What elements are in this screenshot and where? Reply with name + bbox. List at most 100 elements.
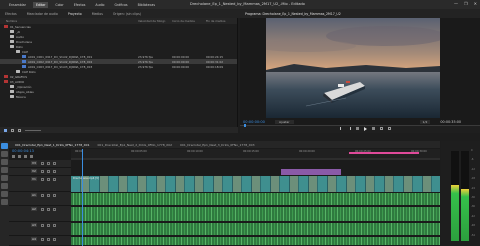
- tab-programa[interactable]: Programa: Drecholane_Ep_1_Nested_by_Mamm…: [240, 12, 346, 16]
- quality-dropdown[interactable]: 1/2: [419, 119, 431, 124]
- work-area-marker[interactable]: [349, 152, 419, 154]
- maximize-button[interactable]: ❐: [464, 1, 468, 6]
- column-name[interactable]: Nombre: [0, 19, 138, 23]
- track-header-a2[interactable]: A2: [9, 206, 71, 222]
- audio-clip-a3[interactable]: [71, 222, 440, 235]
- wrench-icon[interactable]: [30, 155, 33, 158]
- tab-proyecto[interactable]: Proyecto: [63, 12, 87, 16]
- step-forward-icon[interactable]: [372, 127, 375, 130]
- folder-icon: [10, 85, 14, 88]
- sequence-tab-2[interactable]: 001_Dreclotal_Ep1_Nest_2_DrkG_0FNo_1778_…: [98, 143, 173, 147]
- eye-icon[interactable]: [47, 224, 50, 227]
- lock-icon[interactable]: [41, 162, 44, 165]
- program-playhead[interactable]: [244, 124, 246, 127]
- mute-icon[interactable]: [53, 178, 56, 181]
- sequence-tab-3[interactable]: 001_Dreclotal_Ep1_Nest_3_DrkG_0FNo_1778_…: [180, 143, 255, 147]
- track-header-v3[interactable]: V3: [9, 160, 71, 168]
- snap-icon[interactable]: [12, 155, 15, 158]
- tab-efectos[interactable]: Efectos: [0, 12, 22, 16]
- export-frame-icon[interactable]: [388, 127, 391, 130]
- track-label: V1: [31, 177, 37, 181]
- mute-icon[interactable]: [53, 162, 56, 165]
- mark-out-icon[interactable]: [348, 127, 351, 130]
- workspace-tab-color[interactable]: Color: [52, 2, 66, 8]
- workspace-tab-bibliotecas[interactable]: Bibliotecas: [135, 2, 158, 8]
- timeline-toolbar: [12, 155, 33, 158]
- mute-icon[interactable]: [53, 194, 56, 197]
- project-row[interactable]: Música: [0, 94, 237, 99]
- zoom-slider[interactable]: [25, 129, 41, 131]
- lift-icon[interactable]: [380, 127, 383, 130]
- workspace-tab-ensamblar[interactable]: Ensamblar: [6, 2, 29, 8]
- project-row[interactable]: A001_C001_0917_Dlr_Shot2_DJI0NA_C78_X01 2…: [0, 54, 237, 59]
- program-scrub-bar[interactable]: [240, 125, 480, 126]
- workspace-tab-graficos[interactable]: Gráficos: [111, 2, 130, 8]
- mute-icon[interactable]: [53, 208, 56, 211]
- workspace-tab-audio[interactable]: Audio: [92, 2, 107, 8]
- icon-view-icon[interactable]: [18, 128, 21, 132]
- video-clip-v1[interactable]: Drecholane.mp4 [V]: [71, 176, 440, 192]
- pen-tool-icon[interactable]: [1, 183, 8, 189]
- folder-icon: [10, 30, 14, 33]
- mute-icon[interactable]: [53, 170, 56, 173]
- timeline-timecode[interactable]: 00:00:04:13: [12, 149, 34, 153]
- pencil-icon[interactable]: [4, 128, 7, 132]
- sequence-tab-1[interactable]: 001_Dreclotal_Ep1_Nest_1_DrkG_0FNo_1778_…: [15, 143, 90, 147]
- column-media-end[interactable]: Fin de medios: [206, 19, 236, 23]
- selection-tool-icon[interactable]: [1, 143, 8, 149]
- mute-icon[interactable]: [53, 224, 56, 227]
- audio-clip-a2[interactable]: [71, 206, 440, 221]
- lock-icon[interactable]: [41, 178, 44, 181]
- program-current-timecode[interactable]: 00:00:00:00: [243, 120, 265, 124]
- tab-medios[interactable]: Medios: [87, 12, 108, 16]
- track-header-a1[interactable]: A1: [9, 192, 71, 206]
- step-back-icon[interactable]: [356, 127, 359, 130]
- workspace-tab-efectos[interactable]: Efectos: [71, 2, 89, 8]
- column-media-start[interactable]: Inicio de medios: [172, 19, 206, 23]
- lock-icon[interactable]: [41, 208, 44, 211]
- ripple-edit-tool-icon[interactable]: [1, 159, 8, 165]
- project-row[interactable]: A001_C003_0917_Dlr_Shot3_DJI0NA_C78_X03 2…: [0, 64, 237, 69]
- track-label: A4: [31, 237, 37, 241]
- eye-icon[interactable]: [47, 178, 50, 181]
- track-header-a4[interactable]: A4: [9, 236, 71, 246]
- project-row-end: 00:00:18:09: [206, 64, 224, 69]
- slip-tool-icon[interactable]: [1, 175, 8, 181]
- play-icon[interactable]: [364, 127, 367, 131]
- add-marker-icon[interactable]: [24, 155, 27, 158]
- track-header-a3[interactable]: A3: [9, 222, 71, 236]
- list-view-icon[interactable]: [11, 128, 14, 132]
- eye-icon[interactable]: [47, 238, 50, 241]
- track-select-tool-icon[interactable]: [1, 151, 8, 157]
- tab-audio-mixer[interactable]: Mezclador de audio: [22, 12, 63, 16]
- hand-tool-icon[interactable]: [1, 191, 8, 197]
- lock-icon[interactable]: [41, 170, 44, 173]
- linked-selection-icon[interactable]: [18, 155, 21, 158]
- lock-icon[interactable]: [41, 224, 44, 227]
- lock-icon[interactable]: [41, 238, 44, 241]
- timeline-playhead[interactable]: [82, 149, 83, 246]
- tab-origen[interactable]: Origen: (sin clips): [108, 12, 146, 16]
- time-ruler[interactable]: 00:00 00:00:05:00 00:00:10:00 00:00:15:00 00…: [71, 149, 440, 160]
- mute-icon[interactable]: [53, 238, 56, 241]
- audio-clip-a1[interactable]: [71, 192, 440, 205]
- minimize-button[interactable]: —: [454, 1, 458, 6]
- track-header-v2[interactable]: V2: [9, 168, 71, 176]
- eye-icon[interactable]: [47, 194, 50, 197]
- eye-icon[interactable]: [47, 170, 50, 173]
- project-row[interactable]: A001_C002_0917_Dlr_Shot2_DJI0NA_C78_X02 2…: [0, 59, 237, 64]
- type-tool-icon[interactable]: [1, 199, 8, 205]
- close-button[interactable]: ✕: [474, 1, 477, 6]
- eye-icon[interactable]: [47, 162, 50, 165]
- lock-icon[interactable]: [41, 194, 44, 197]
- eye-icon[interactable]: [47, 208, 50, 211]
- workspace-tab-editar[interactable]: Editar: [32, 1, 49, 8]
- track-header-v1[interactable]: V1: [9, 176, 71, 192]
- fit-dropdown[interactable]: Ajustar: [274, 119, 294, 124]
- folder-icon: [10, 45, 14, 48]
- column-fps[interactable]: Velocidad de fotogr.: [138, 19, 172, 23]
- mark-in-icon[interactable]: [340, 127, 343, 130]
- razor-tool-icon[interactable]: [1, 167, 8, 173]
- video-clip-v2[interactable]: [281, 169, 341, 175]
- audio-clip-a4[interactable]: [71, 236, 440, 245]
